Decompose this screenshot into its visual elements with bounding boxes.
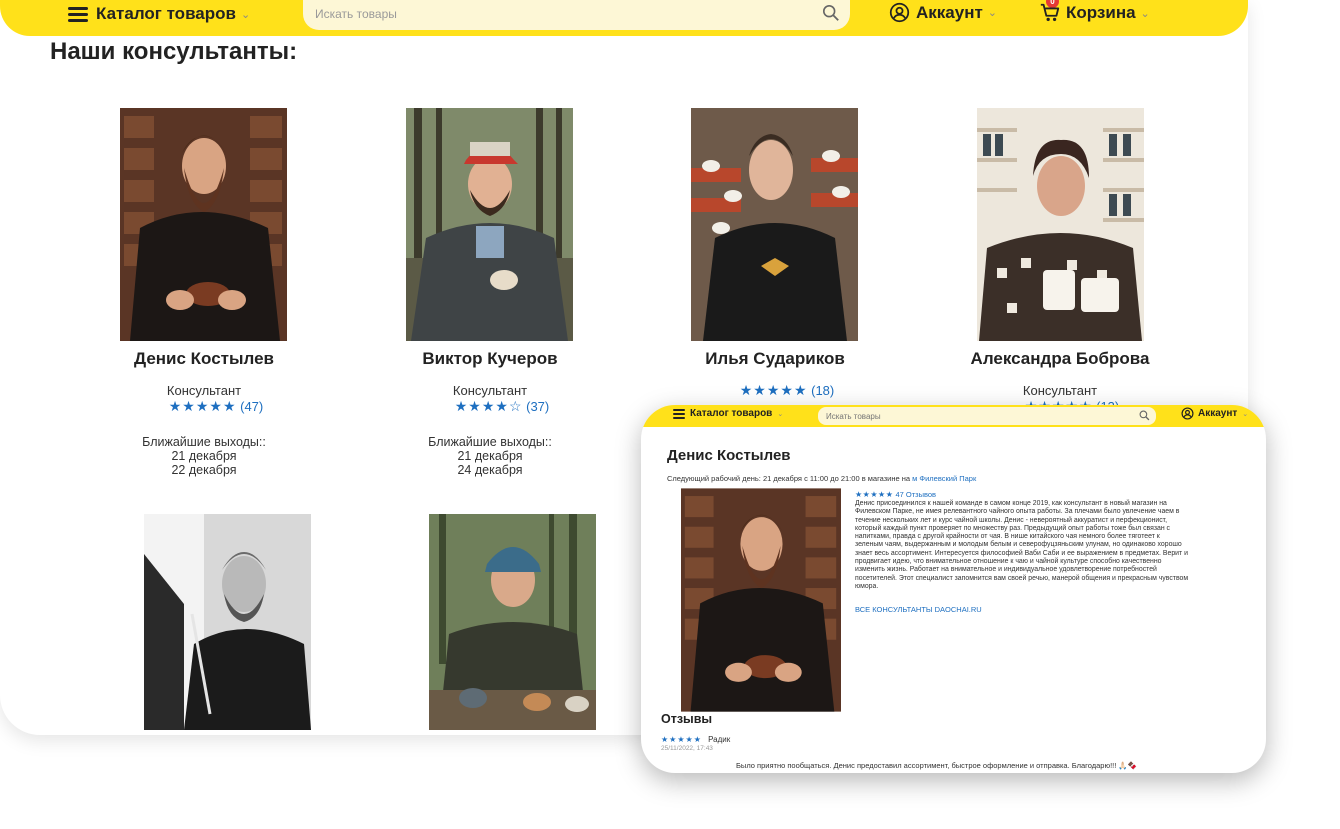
account-button[interactable]: Аккаунт ⌄ bbox=[1181, 407, 1248, 420]
store-link[interactable]: м Филевский Парк bbox=[912, 474, 976, 483]
chevron-down-icon: ⌄ bbox=[777, 410, 784, 418]
consultant-photo-large bbox=[681, 488, 841, 712]
account-label: Аккаунт bbox=[916, 2, 983, 22]
hamburger-icon bbox=[673, 409, 685, 419]
cart-label: Корзина bbox=[1066, 3, 1136, 22]
user-icon bbox=[1181, 407, 1194, 420]
consultant-role: Консультант bbox=[452, 383, 528, 398]
account-button[interactable]: Аккаунт ⌄ bbox=[889, 2, 997, 23]
consultant-name[interactable]: Виктор Кучеров bbox=[360, 349, 620, 369]
consultant-photo-bandana[interactable] bbox=[429, 514, 596, 730]
rating-stars: ★★★★★ bbox=[739, 382, 808, 398]
shift-date: 21 декабря bbox=[171, 449, 237, 463]
chevron-down-icon: ⌄ bbox=[1140, 7, 1150, 20]
consultant-photo-bw[interactable] bbox=[144, 514, 311, 730]
review-date: 25/11/2022, 17:43 bbox=[661, 745, 713, 752]
consultant-role: Консультант bbox=[1022, 383, 1098, 398]
hamburger-icon bbox=[68, 7, 88, 22]
rating-count: (37) bbox=[526, 399, 550, 414]
shift-date: 24 декабря bbox=[457, 463, 523, 477]
consultant-title: Денис Костылев bbox=[667, 447, 791, 464]
search-input[interactable] bbox=[315, 4, 795, 24]
next-workday: Следующий рабочий день: 21 декабря с 11:… bbox=[667, 474, 976, 483]
search-input[interactable] bbox=[826, 409, 1126, 423]
rating-stars: ★★★★★ bbox=[855, 490, 894, 499]
reviews-count-link[interactable]: 47 Отзывов bbox=[895, 490, 936, 499]
consultant-shifts: Ближайшие выходы:: 21 декабря 22 декабря bbox=[104, 435, 304, 477]
all-consultants-link[interactable]: ВСЕ КОНСУЛЬТАНТЫ DAOCHAI.RU bbox=[855, 605, 982, 614]
account-label: Аккаунт bbox=[1198, 408, 1238, 419]
rating-count: (47) bbox=[240, 399, 264, 414]
shifts-label: Ближайшие выходы:: bbox=[428, 435, 552, 449]
next-workday-text: Следующий рабочий день: 21 декабря с 11:… bbox=[667, 474, 913, 483]
chevron-down-icon: ⌄ bbox=[1242, 410, 1249, 418]
user-icon bbox=[889, 2, 910, 23]
consultant-detail-card: Каталог товаров ⌄ Аккаунт ⌄ Денис Костыл… bbox=[641, 405, 1266, 773]
top-navigation-bar: Каталог товаров ⌄ Аккаунт ⌄ bbox=[641, 405, 1266, 427]
top-navigation-bar: Каталог товаров ⌄ Аккаунт ⌄ 0 Корзина ⌄ bbox=[0, 0, 1248, 36]
search-bar bbox=[303, 0, 850, 30]
search-icon[interactable] bbox=[1139, 410, 1150, 421]
consultant-rating[interactable]: ★★★★☆ (37) bbox=[402, 398, 602, 415]
consultant-name[interactable]: Александра Боброва bbox=[930, 349, 1190, 369]
cart-button[interactable]: Корзина ⌄ bbox=[1039, 2, 1150, 24]
consultant-photo-denis[interactable] bbox=[120, 108, 287, 341]
consultant-name[interactable]: Денис Костылев bbox=[74, 349, 334, 369]
consultant-name[interactable]: Илья Судариков bbox=[645, 349, 905, 369]
consultant-rating[interactable]: ★★★★★ (18) bbox=[687, 382, 887, 399]
catalog-menu-button[interactable]: Каталог товаров ⌄ bbox=[68, 4, 250, 24]
reviews-heading: Отзывы bbox=[661, 712, 713, 726]
consultant-rating[interactable]: ★★★★★ 47 Отзывов bbox=[855, 490, 936, 499]
review-stars: ★★★★★ bbox=[661, 735, 702, 744]
search-icon[interactable] bbox=[822, 4, 840, 22]
consultant-photo-viktor[interactable] bbox=[406, 108, 573, 341]
rating-count: (18) bbox=[811, 383, 835, 398]
chevron-down-icon: ⌄ bbox=[240, 8, 251, 21]
catalog-label: Каталог товаров bbox=[96, 4, 236, 23]
chevron-down-icon: ⌄ bbox=[987, 7, 998, 19]
consultant-photo-ilya[interactable] bbox=[691, 108, 858, 341]
shifts-label: Ближайшие выходы:: bbox=[142, 435, 266, 449]
shift-date: 21 декабря bbox=[457, 449, 523, 463]
search-bar bbox=[818, 407, 1156, 425]
page-title: Наши консультанты: bbox=[50, 38, 298, 65]
catalog-label: Каталог товаров bbox=[690, 408, 773, 419]
rating-stars: ★★★★☆ bbox=[454, 398, 523, 414]
consultant-shifts: Ближайшие выходы:: 21 декабря 24 декабря bbox=[390, 435, 590, 477]
cart-icon bbox=[1040, 3, 1060, 22]
catalog-menu-button[interactable]: Каталог товаров ⌄ bbox=[673, 408, 783, 419]
review-header: ★★★★★ Радик bbox=[661, 735, 730, 744]
page: Каталог товаров ⌄ Аккаунт ⌄ 0 Корзина ⌄ … bbox=[0, 0, 1340, 829]
review-author: Радик bbox=[708, 735, 731, 744]
consultant-description: Денис присоединился к нашей команде в са… bbox=[855, 500, 1189, 590]
consultant-rating[interactable]: ★★★★★ (47) bbox=[116, 398, 316, 415]
shift-date: 22 декабря bbox=[171, 463, 237, 477]
rating-stars: ★★★★★ bbox=[168, 398, 237, 414]
consultant-role: Консультант bbox=[166, 383, 242, 398]
review-text: Было приятно пообщаться. Денис предостав… bbox=[736, 761, 1138, 770]
consultant-photo-aleksandra[interactable] bbox=[977, 108, 1144, 341]
